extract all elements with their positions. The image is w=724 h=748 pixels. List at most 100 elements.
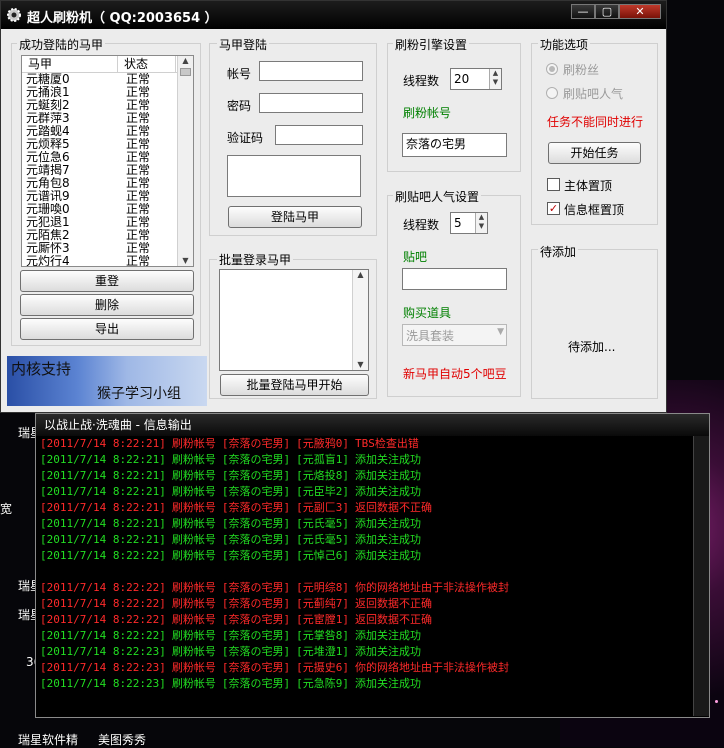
list-item[interactable]: 元灼行4 正常 [22,255,193,266]
vest-name: 元捅浪1 [26,86,70,99]
log-line: [2011/7/14 8:22:21] 刷粉帐号 [奈落の宅男] [元臣毕2] 添加关注… [40,484,692,500]
scroll-up-icon[interactable]: ▲ [353,270,368,280]
log-acct: [奈落の宅男] [221,453,291,466]
scroll-up-icon[interactable]: ▲ [178,56,193,66]
log-ts: [2011/7/14 8:22:23] [40,677,166,690]
minimize-button[interactable]: — [571,4,595,19]
captcha-input[interactable] [275,125,363,145]
log-scrollbar[interactable] [693,436,709,716]
radio-popularity-label: 刷贴吧人气 [563,87,624,101]
vest-name: 元厮怀3 [26,242,70,255]
radio-popularity[interactable] [546,87,558,99]
spin-up-icon[interactable]: ▲ [490,69,501,78]
relogin-button[interactable]: 重登 [20,270,194,292]
list-item[interactable]: 元角包8 正常 [22,177,193,190]
spin-down-icon[interactable]: ▼ [476,222,487,231]
close-button[interactable]: ✕ [619,4,661,19]
list-item[interactable]: 元谱讯9 正常 [22,190,193,203]
pending-text: 待添加... [568,340,616,354]
spin-down-icon[interactable]: ▼ [490,78,501,87]
log-acct: [奈落の宅男] [221,469,291,482]
batch-login-button[interactable]: 批量登陆马甲开始 [220,374,369,396]
item-select[interactable]: 洗具套装 ▼ [402,324,507,346]
sponsor-banner[interactable]: 内核支持 猴子学习小组 [7,356,207,406]
account-input[interactable] [259,61,363,81]
spin-up-icon[interactable]: ▲ [476,213,487,222]
accounts-listview[interactable]: 马甲 状态 元糖厦0 正常 元捅浪1 正常 元蜒刻2 正常 元群萍3 正常 元踏蚬4 正常 元烦释5… [21,55,194,267]
popularity-threads-label: 线程数 [403,218,440,232]
log-line: [2011/7/14 8:22:22] 刷粉帐号 [奈落の宅男] [元明综8] 你的网络… [40,580,692,596]
password-input[interactable] [259,93,363,113]
popularity-threads-spinner[interactable]: 5 ▲ ▼ [450,212,488,234]
log-title[interactable]: 以战止战·洗魂曲 - 信息输出 [36,414,709,436]
desktop-icon-label[interactable]: 美图秀秀 [98,731,146,748]
log-ts: [2011/7/14 8:22:21] [40,437,166,450]
list-item[interactable]: 元珊喚0 正常 [22,203,193,216]
list-item[interactable]: 元靖揭7 正常 [22,164,193,177]
vest-name: 元珊喚0 [26,203,70,216]
vest-status: 正常 [126,99,151,112]
chevron-down-icon[interactable]: ▼ [497,327,504,337]
vest-name: 元陌焦2 [26,229,70,242]
list-item[interactable]: 元捅浪1 正常 [22,86,193,99]
desktop-icon-label[interactable]: 瑞星软件精 [18,731,78,748]
export-button[interactable]: 导出 [20,318,194,340]
login-button[interactable]: 登陆马甲 [228,206,362,228]
log-msg: 添加关注成功 [354,645,421,658]
column-header-vest[interactable]: 马甲 [22,56,118,72]
batch-group-label: 批量登录马甲 [217,251,294,268]
options-group-label: 功能选项 [538,36,591,53]
bar-input[interactable] [402,268,507,290]
column-header-status[interactable]: 状态 [118,56,176,72]
vest-name: 元蜒刻2 [26,99,70,112]
list-item[interactable]: 元烦释5 正常 [22,138,193,151]
batch-scrollbar[interactable]: ▲ ▼ [352,270,368,370]
list-item[interactable]: 元犯退1 正常 [22,216,193,229]
vest-name: 元角包8 [26,177,70,190]
spinner-buttons[interactable]: ▲ ▼ [489,69,501,89]
list-item[interactable]: 元陌焦2 正常 [22,229,193,242]
captcha-label: 验证码 [227,131,264,145]
item-selected: 洗具套装 [406,329,455,343]
radio-fans[interactable] [546,63,558,75]
log-tag: 刷粉帐号 [171,645,216,658]
list-item[interactable]: 元蜒刻2 正常 [22,99,193,112]
spinner-buttons[interactable]: ▲ ▼ [475,213,487,233]
vest-name: 元犯退1 [26,216,70,229]
topmost-checkbox[interactable] [547,178,560,191]
list-item[interactable]: 元厮怀3 正常 [22,242,193,255]
fans-account-input[interactable]: 奈落の宅男 [402,133,507,157]
vest-status: 正常 [126,125,151,138]
scroll-down-icon[interactable]: ▼ [353,360,368,370]
log-vest: [元腋鸦0] [296,437,349,450]
log-line: [2011/7/14 8:22:21] 刷粉帐号 [奈落の宅男] [元氏毫5] 添加关注… [40,516,692,532]
log-vest: [元堆澄1] [296,645,349,658]
title-bar[interactable]: 超人刷粉机（ QQ:2003654 ） — ▢ ✕ [1,1,666,29]
exclusive-warning: 任务不能同时进行 [547,115,644,129]
popularity-threads-value: 5 [454,216,462,230]
list-item[interactable]: 元位急6 正常 [22,151,193,164]
log-ts: [2011/7/14 8:22:22] [40,581,166,594]
delete-button[interactable]: 删除 [20,294,194,316]
info-topmost-checkbox[interactable]: ✓ [547,202,560,215]
log-ts: [2011/7/14 8:22:23] [40,645,166,658]
scroll-down-icon[interactable]: ▼ [178,256,193,266]
maximize-button[interactable]: ▢ [595,4,619,19]
pending-group [531,249,658,399]
scroll-thumb[interactable] [180,68,191,76]
list-item[interactable]: 元糖厦0 正常 [22,73,193,86]
start-task-button[interactable]: 开始任务 [548,142,641,164]
engine-threads-spinner[interactable]: 20 ▲ ▼ [450,68,502,90]
vest-status: 正常 [126,216,151,229]
log-output[interactable]: [2011/7/14 8:22:21] 刷粉帐号 [奈落の宅男] [元腋鸦0] TBS检… [40,436,692,716]
engine-threads-value: 20 [454,72,470,86]
vest-status: 正常 [126,138,151,151]
list-item[interactable]: 元群萍3 正常 [22,112,193,125]
log-line: [2011/7/14 8:22:23] 刷粉帐号 [奈落の宅男] [元摄史6] 你的网络… [40,660,692,676]
list-item[interactable]: 元踏蚬4 正常 [22,125,193,138]
listview-scrollbar[interactable]: ▲ ▼ [177,56,193,266]
captcha-image[interactable] [227,155,361,197]
batch-textarea[interactable]: ▲ ▼ [219,269,369,371]
desktop-icon-label[interactable]: 宽 [0,500,12,517]
log-vest: [元悼己6] [296,549,349,562]
